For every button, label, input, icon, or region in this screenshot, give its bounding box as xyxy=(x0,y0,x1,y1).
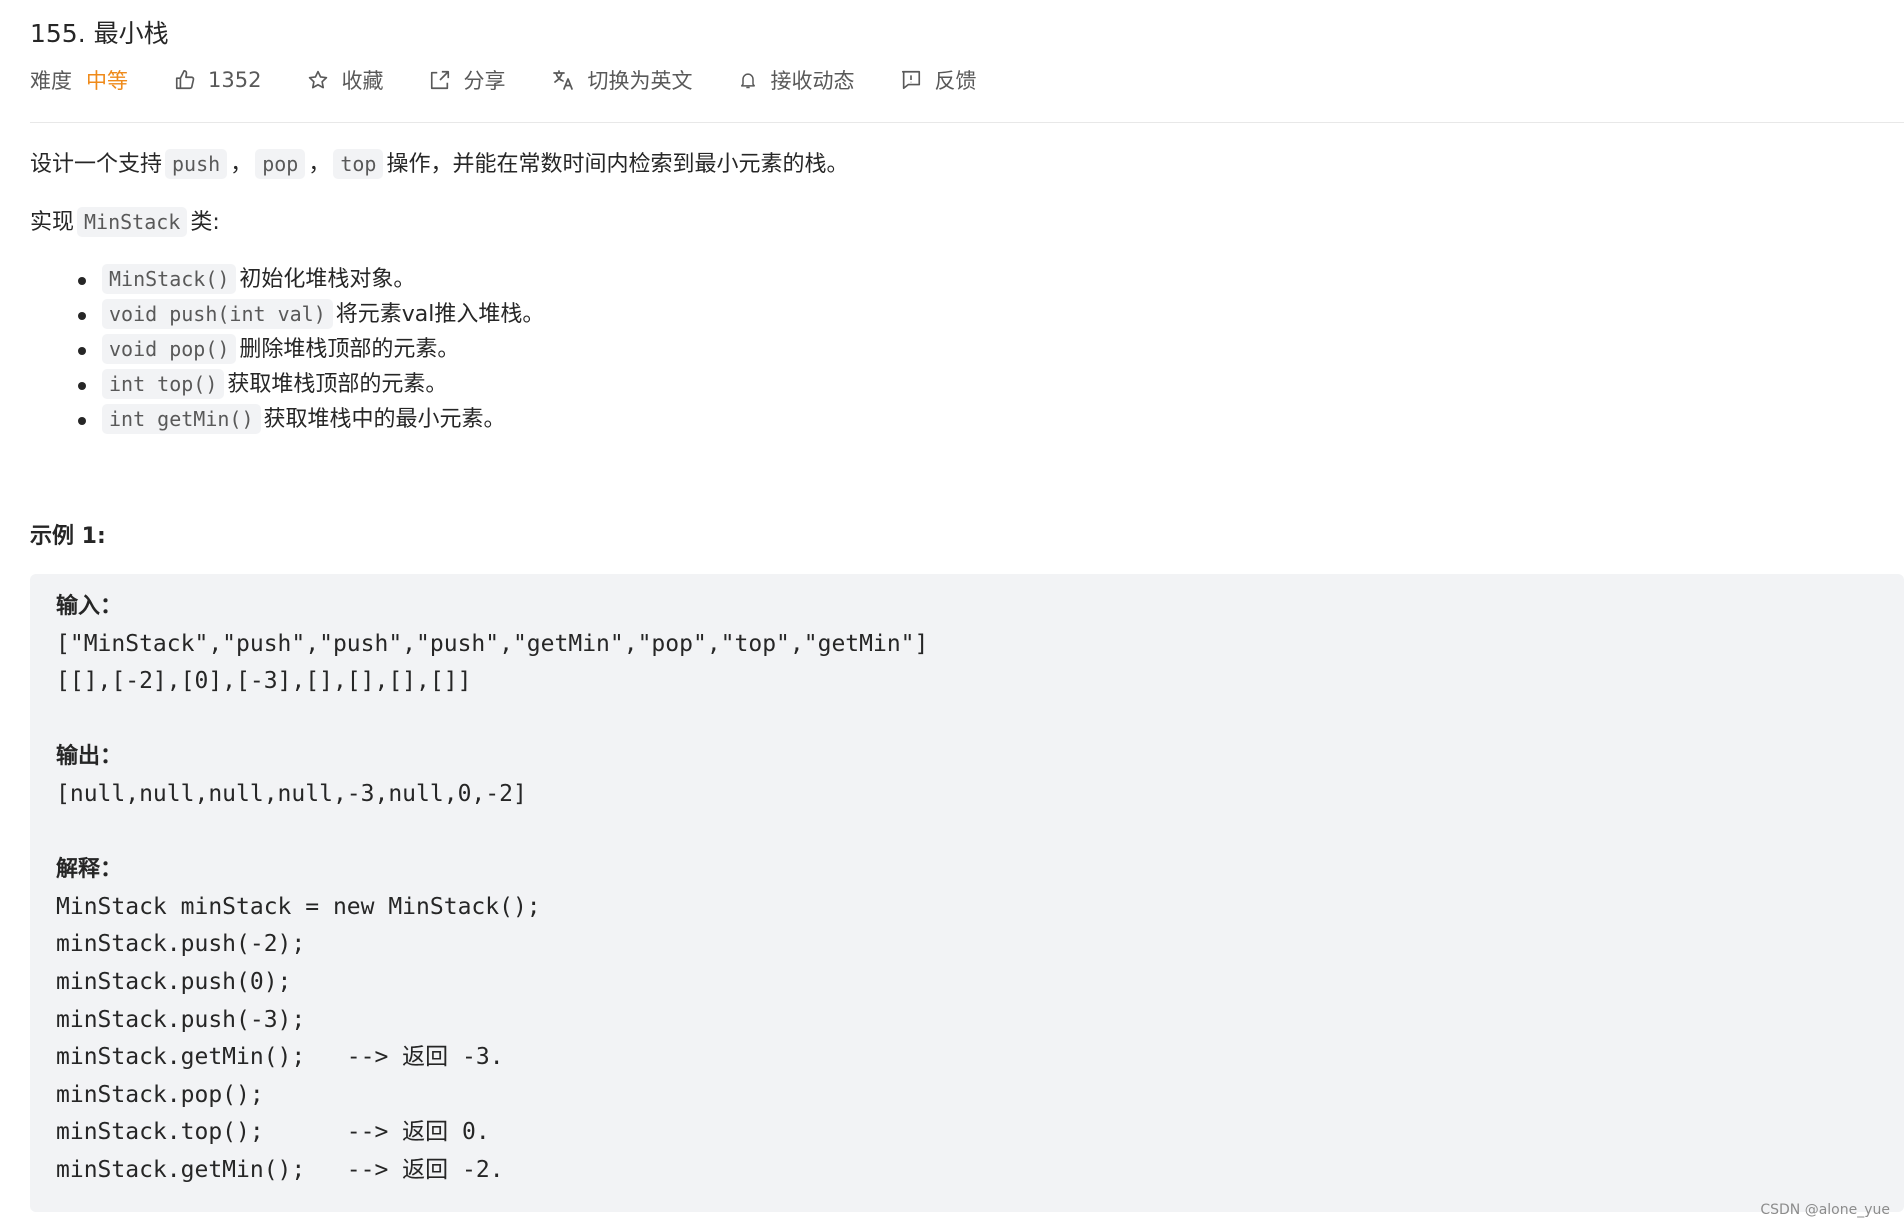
favorite-button[interactable]: 收藏 xyxy=(307,65,383,95)
p1-sep2: ， xyxy=(308,152,331,177)
list-item: void push(int val) 将元素val推入堆栈。 xyxy=(78,297,1904,332)
problem-title: 155. 最小栈 xyxy=(30,19,169,48)
problem-page: 155. 最小栈 难度 中等 1352 收藏 分享 切换为英文 接收动态 反馈 … xyxy=(0,0,1904,1222)
input-label: 输入： xyxy=(56,594,123,619)
description-paragraph-2: 实现 MinStack 类: xyxy=(30,204,1904,241)
subscribe-label: 接收动态 xyxy=(770,69,855,93)
share-label: 分享 xyxy=(463,69,506,93)
thumbs-up-icon xyxy=(175,70,195,90)
output-label: 输出： xyxy=(56,744,123,770)
method-signature: MinStack() xyxy=(102,264,237,294)
list-item: void pop() 删除堆栈顶部的元素。 xyxy=(78,332,1904,367)
method-description: 删除堆栈顶部的元素。 xyxy=(239,337,460,362)
example-code-block: 输入： ["MinStack","push","push","push","ge… xyxy=(30,574,1904,1212)
explain-line: minStack.pop(); xyxy=(56,1081,264,1108)
problem-meta-bar: 难度 中等 1352 收藏 分享 切换为英文 接收动态 反馈 xyxy=(30,62,1022,98)
output-line: [null,null,null,null,-3,null,0,-2] xyxy=(56,780,527,807)
feedback-button[interactable]: 反馈 xyxy=(900,65,976,95)
method-signature: int top() xyxy=(102,369,225,399)
method-signature: void pop() xyxy=(102,334,237,364)
description-paragraph-1: 设计一个支持 push， pop， top 操作，并能在常数时间内检索到最小元素的栈。 xyxy=(30,146,1904,183)
code-pop: pop xyxy=(255,149,306,179)
method-list: MinStack() 初始化堆栈对象。 void push(int val) 将元素… xyxy=(78,262,1904,437)
switch-language-label: 切换为英文 xyxy=(587,69,693,93)
share-button[interactable]: 分享 xyxy=(429,65,505,95)
explain-label: 解释： xyxy=(56,857,123,883)
share-icon xyxy=(431,70,450,90)
code-minstack: MinStack xyxy=(77,207,188,237)
problem-description: 设计一个支持 push， pop， top 操作，并能在常数时间内检索到最小元素的栈。 … xyxy=(30,146,1904,437)
explain-line: minStack.top(); --> 返回 0. xyxy=(56,1119,490,1146)
translate-icon xyxy=(553,70,574,90)
subscribe-button[interactable]: 接收动态 xyxy=(738,65,854,95)
list-item: int top() 获取堆栈顶部的元素。 xyxy=(78,367,1904,402)
method-description: 将元素val推入堆栈。 xyxy=(335,302,545,327)
feedback-label: 反馈 xyxy=(934,69,977,93)
feedback-icon xyxy=(902,70,921,90)
explain-line: minStack.push(-3); xyxy=(56,1006,306,1033)
watermark: CSDN @alone_yue xyxy=(1760,1202,1890,1218)
difficulty-badge: 中等 xyxy=(86,69,128,93)
explain-line: minStack.push(-2); xyxy=(56,931,306,958)
like-button[interactable]: 1352 xyxy=(174,68,261,92)
code-top: top xyxy=(333,149,384,179)
code-push: push xyxy=(165,149,228,179)
input-line-1: ["MinStack","push","push","push","getMin… xyxy=(56,630,929,657)
p1-suffix: 操作，并能在常数时间内检索到最小元素的栈。 xyxy=(386,152,849,177)
example-title: 示例 1: xyxy=(30,524,106,549)
explain-line: minStack.push(0); xyxy=(56,968,292,995)
explain-line: minStack.getMin(); --> 返回 -3. xyxy=(56,1044,504,1071)
explain-line: minStack.getMin(); --> 返回 -2. xyxy=(56,1156,504,1183)
difficulty-label: 难度 xyxy=(30,69,72,93)
p2-prefix: 实现 xyxy=(30,210,75,235)
star-icon xyxy=(309,70,328,89)
switch-language-button[interactable]: 切换为英文 xyxy=(551,65,692,95)
method-signature: void push(int val) xyxy=(102,299,333,329)
header-divider xyxy=(30,122,1904,123)
favorite-label: 收藏 xyxy=(341,69,384,93)
bell-icon xyxy=(741,73,756,89)
p1-sep1: ， xyxy=(230,152,253,177)
p2-suffix: 类: xyxy=(190,210,220,235)
list-item: int getMin() 获取堆栈中的最小元素。 xyxy=(78,402,1904,437)
method-signature: int getMin() xyxy=(102,404,261,434)
method-description: 获取堆栈顶部的元素。 xyxy=(227,372,448,397)
p1-prefix: 设计一个支持 xyxy=(30,152,163,177)
input-line-2: [[],[-2],[0],[-3],[],[],[],[]] xyxy=(56,668,472,695)
method-description: 获取堆栈中的最小元素。 xyxy=(263,407,506,432)
explain-line: MinStack minStack = new MinStack(); xyxy=(56,893,541,920)
like-count: 1352 xyxy=(208,68,262,92)
list-item: MinStack() 初始化堆栈对象。 xyxy=(78,262,1904,297)
method-description: 初始化堆栈对象。 xyxy=(239,267,416,292)
